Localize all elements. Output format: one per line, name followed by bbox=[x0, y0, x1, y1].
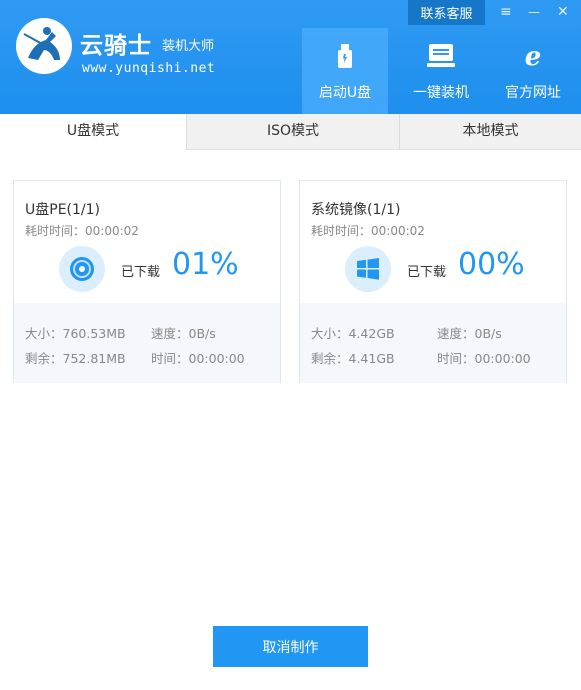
mode-tabs: U盘模式 ISO模式 本地模式 bbox=[0, 114, 581, 150]
downloaded-label: 已下载 bbox=[121, 265, 161, 280]
card-title: U盘PE(1/1) bbox=[25, 202, 100, 218]
download-card-usb-pe: U盘PE(1/1) 耗时时间：00:00:02 已下载 01% 大小：760.5… bbox=[13, 180, 281, 383]
brand-name: 云骑士 bbox=[80, 33, 152, 59]
contact-support-button[interactable]: 联系客服 bbox=[408, 0, 485, 25]
windows-icon bbox=[345, 246, 391, 292]
remaining-time: 时间：00:00:00 bbox=[151, 351, 245, 366]
card-stats: 大小：4.42GB 速度：0B/s 剩余：4.41GB 时间：00:00:00 bbox=[300, 303, 566, 383]
download-speed: 速度：0B/s bbox=[151, 326, 216, 341]
tab-iso-mode[interactable]: ISO模式 bbox=[187, 114, 399, 149]
title-bar: 云骑士 装机大师 www.yunqishi.net 联系客服 ≡ — ✕ 启动U… bbox=[0, 0, 581, 114]
tab-usb-mode[interactable]: U盘模式 bbox=[0, 114, 186, 150]
remaining-size: 剩余：4.41GB bbox=[311, 351, 395, 366]
nav-one-click-install[interactable]: 一键装机 bbox=[398, 28, 484, 114]
computer-icon bbox=[427, 42, 455, 70]
nav-official-site[interactable]: e 官方网址 bbox=[490, 28, 576, 114]
nav-boot-usb[interactable]: 启动U盘 bbox=[302, 28, 388, 114]
menu-icon[interactable]: ≡ bbox=[500, 4, 512, 20]
download-card-system-image: 系统镜像(1/1) 耗时时间：00:00:02 已下载 00% 大小：4.42G… bbox=[299, 180, 567, 383]
card-title: 系统镜像(1/1) bbox=[311, 202, 401, 218]
nav-label: 一键装机 bbox=[413, 85, 469, 101]
remaining-time: 时间：00:00:00 bbox=[437, 351, 531, 366]
elapsed-time: 耗时时间：00:00:02 bbox=[311, 224, 425, 238]
svg-text:e: e bbox=[525, 43, 542, 69]
remaining-size: 剩余：752.81MB bbox=[25, 351, 126, 366]
download-percent: 00% bbox=[458, 247, 525, 282]
download-speed: 速度：0B/s bbox=[437, 326, 502, 341]
usb-drive-icon bbox=[338, 42, 352, 70]
card-stats: 大小：760.53MB 速度：0B/s 剩余：752.81MB 时间：00:00… bbox=[14, 303, 280, 383]
nav-label: 启动U盘 bbox=[318, 85, 372, 101]
total-size: 大小：760.53MB bbox=[25, 326, 126, 341]
minimize-icon[interactable]: — bbox=[528, 4, 540, 20]
cancel-creation-button[interactable]: 取消制作 bbox=[213, 626, 368, 667]
brand-suffix: 装机大师 bbox=[162, 39, 215, 54]
knight-logo-icon bbox=[16, 18, 72, 74]
ie-browser-icon: e bbox=[520, 42, 546, 70]
downloaded-label: 已下载 bbox=[407, 265, 447, 280]
total-size: 大小：4.42GB bbox=[311, 326, 395, 341]
brand-url: www.yunqishi.net bbox=[82, 61, 216, 76]
download-percent: 01% bbox=[172, 247, 239, 282]
elapsed-time: 耗时时间：00:00:02 bbox=[25, 224, 139, 238]
tab-local-mode[interactable]: 本地模式 bbox=[400, 114, 581, 149]
close-icon[interactable]: ✕ bbox=[557, 4, 569, 20]
nav-label: 官方网址 bbox=[505, 85, 561, 101]
disc-icon bbox=[59, 246, 105, 292]
